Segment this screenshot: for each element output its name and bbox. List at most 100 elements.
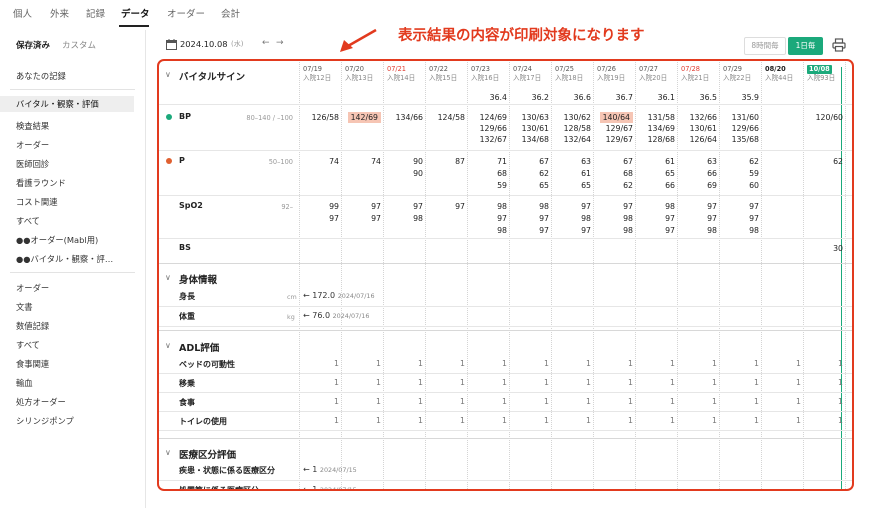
bp-cell: 128/58 [551,124,591,134]
column-header[interactable]: 07/24 入院17日 [513,65,555,83]
sidebar-item-lab-results[interactable]: 検査結果 [16,120,49,132]
bp-indicator-dot [166,114,172,120]
adl-cell: 1 [544,397,549,406]
column-header[interactable]: 07/19 入院12日 [303,65,345,83]
row-divider [157,326,854,327]
column-header[interactable]: 07/28 入院21日 [681,65,723,83]
adl-cell: 1 [712,416,717,425]
tab-billing[interactable]: 会計 [221,6,240,20]
adl-cell: 1 [502,378,507,387]
row-divider [157,480,854,481]
adl-cell: 1 [796,397,801,406]
column-header[interactable]: 07/21 入院14日 [387,65,429,83]
adl-cell: 1 [670,378,675,387]
column-header[interactable]: 07/27 入院20日 [639,65,681,83]
record-date: 2024/07/16 [337,292,375,300]
adl-cell: 1 [460,416,465,425]
saved-views-tab[interactable]: 保存済み [16,39,50,51]
active-tab-indicator [119,25,149,27]
bp-cell: 142/69 [341,112,381,123]
prev-date-button[interactable]: ← [262,38,270,48]
spo2-cell: 97 [497,214,507,223]
next-date-button[interactable]: → [276,38,284,48]
custom-views-tab[interactable]: カスタム [62,39,96,51]
bp-cell: 126/64 [677,135,717,145]
sidebar-item-vitals[interactable]: バイタル・観察・評価 [0,96,134,112]
sidebar-item-my-records[interactable]: あなたの記録 [16,70,66,82]
adl-cell: 1 [838,378,843,387]
row-label-medical: 処置等に係る医療区分 [179,486,259,491]
sidebar-item-all-2[interactable]: すべて [16,339,40,351]
sidebar-item-meals[interactable]: 食事関連 [16,358,49,370]
adl-cell: 1 [502,416,507,425]
adl-cell: 1 [628,359,633,368]
sidebar-item-mabl-orders[interactable]: ●●オーダー(Mabl用) [16,234,98,246]
column-header[interactable]: 07/25 入院18日 [555,65,597,83]
sidebar-item-cost[interactable]: コスト関連 [16,196,58,208]
adl-cell: 1 [460,359,465,368]
column-separator [425,59,426,491]
adl-cell: 1 [376,416,381,425]
tab-data[interactable]: データ [121,6,150,20]
column-separator [845,59,846,491]
column-header[interactable]: 10/08 入院93日 [807,65,849,83]
column-date: 07/20 [345,65,365,73]
collapse-chevron-icon[interactable]: ∨ [165,273,171,282]
column-admission-day: 入院22日 [723,74,752,82]
sidebar-item-orders[interactable]: オーダー [16,139,49,151]
pulse-cell: 69 [707,181,717,190]
spo2-cell: 98 [749,226,759,235]
column-header[interactable]: 07/23 入院16日 [471,65,513,83]
interval-1d-button[interactable]: 1日毎 [788,37,823,55]
adl-cell: 1 [838,359,843,368]
collapse-chevron-icon[interactable]: ∨ [165,448,171,457]
sidebar-item-mabl-vitals[interactable]: ●●バイタル・観察・評… [16,253,113,265]
column-header[interactable]: 08/20 入院44日 [765,65,807,83]
pulse-cell: 62 [749,157,759,166]
row-label-body-info: 身長 [179,292,195,301]
collapse-chevron-icon[interactable]: ∨ [165,70,171,79]
tab-records[interactable]: 記録 [86,6,105,20]
temperature-cell: 36.1 [657,93,675,102]
column-header[interactable]: 07/29 入院22日 [723,65,765,83]
app-root: { "topnav": {"tabs": ["個人", "外来", "記録", … [0,0,879,508]
sidebar-item-documents[interactable]: 文書 [16,301,33,313]
sidebar-item-doctor-rounds[interactable]: 医師回診 [16,158,49,170]
bp-value: 124/69 [479,113,507,122]
section-title-body-info: 身体情報 [179,275,218,286]
sidebar-item-orders-2[interactable]: オーダー [16,282,49,294]
adl-cell: 1 [670,416,675,425]
tab-personal[interactable]: 個人 [13,6,32,20]
printer-icon[interactable] [832,38,846,52]
spo2-cell: 97 [707,202,717,211]
sidebar-item-transfusion[interactable]: 輸血 [16,377,33,389]
column-header[interactable]: 07/26 入院19日 [597,65,639,83]
row-label-adl: 移乗 [179,379,195,388]
sidebar-item-nurse-rounds[interactable]: 看護ラウンド [16,177,66,189]
spo2-cell: 97 [371,214,381,223]
collapse-chevron-icon[interactable]: ∨ [165,341,171,350]
column-admission-day: 入院14日 [387,74,416,82]
adl-cell: 1 [460,378,465,387]
bp-value: 132/64 [563,135,591,144]
tab-outpatient[interactable]: 外来 [50,6,69,20]
column-header[interactable]: 07/22 入院15日 [429,65,471,83]
adl-cell: 1 [334,359,339,368]
pulse-cell: 61 [581,169,591,178]
sidebar-item-syringe-pump[interactable]: シリンジポンプ [16,415,74,427]
column-header[interactable]: 07/20 入院13日 [345,65,387,83]
spo2-cell: 98 [581,214,591,223]
adl-cell: 1 [418,397,423,406]
interval-8h-button[interactable]: 8時間毎 [744,37,786,55]
tab-orders[interactable]: オーダー [167,6,205,20]
row-label-adl: トイレの使用 [179,417,227,426]
bp-cell: 132/66 [677,113,717,123]
sidebar-item-numeric-records[interactable]: 数値記録 [16,320,49,332]
adl-cell: 1 [754,397,759,406]
sidebar-item-all[interactable]: すべて [16,215,40,227]
pulse-cell: 67 [539,157,549,166]
pulse-cell: 87 [455,157,465,166]
bp-cell: 124/58 [425,113,465,123]
sidebar-item-prescriptions[interactable]: 処方オーダー [16,396,66,408]
spo2-cell: 98 [497,226,507,235]
